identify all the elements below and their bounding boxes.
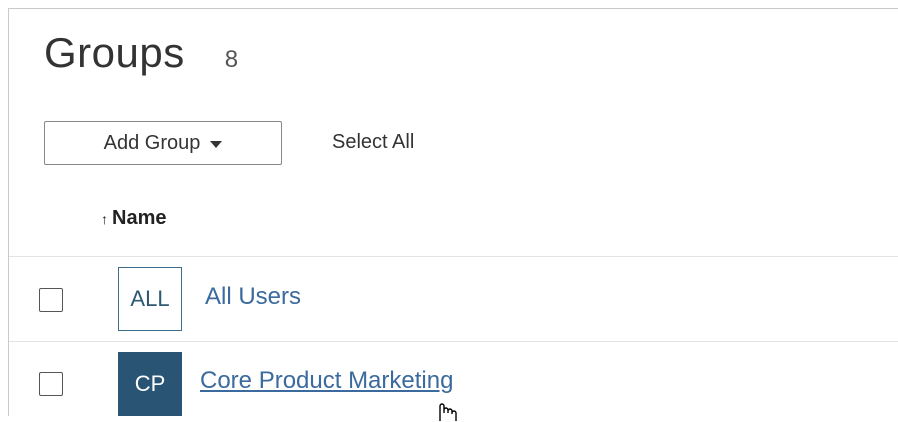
avatar-initials: ALL [130,286,170,311]
table-row: ALL All Users [9,257,898,341]
avatar-initials: CP [134,371,166,396]
page-title: Groups [44,29,185,76]
group-name-link[interactable]: Core Product Marketing [200,367,453,395]
select-all-button[interactable]: Select All [332,131,414,154]
group-count: 8 [224,46,239,73]
add-group-label: Add Group [103,131,201,154]
row-checkbox[interactable] [39,372,63,396]
page-header: Groups 8 [44,29,238,77]
hand-pointer-icon [439,403,457,421]
avatar: ALL [118,267,182,331]
caret-down-icon [210,140,223,148]
name-column-label: Name [112,207,167,229]
group-name-link[interactable]: All Users [205,283,301,311]
arrow-up-icon: ↑ [101,210,108,227]
add-group-button[interactable]: Add Group [44,121,282,165]
row-checkbox[interactable] [39,288,63,312]
avatar: CP [118,352,182,416]
name-column-header[interactable]: ↑ Name [101,207,166,230]
groups-panel: Groups 8 Add Group Select All ↑ Name ALL… [8,8,898,421]
